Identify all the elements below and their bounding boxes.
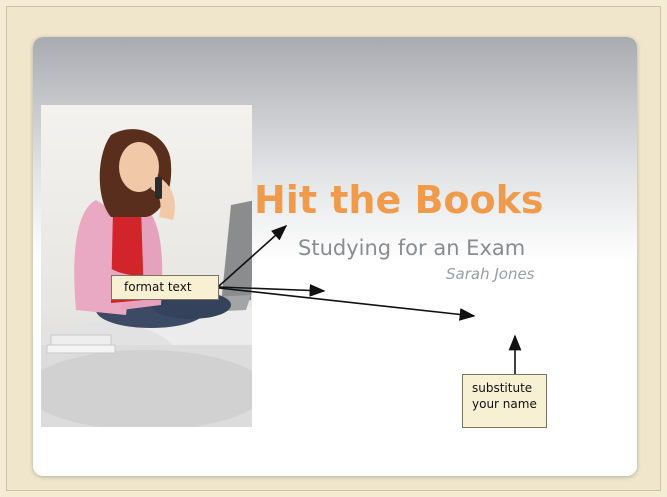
format-text-callout-label: format text: [124, 280, 192, 294]
substitute-callout-line1: substitute: [472, 381, 533, 395]
substitute-name-callout: substitute your name: [462, 374, 547, 428]
woman-with-laptop-photo: [41, 105, 252, 427]
format-text-callout: format text: [111, 275, 219, 300]
slide-author-name: Sarah Jones: [446, 265, 535, 283]
slide-title: Hit the Books: [254, 178, 544, 222]
substitute-callout-line2: your name: [472, 397, 537, 411]
slide-subtitle: Studying for an Exam: [298, 236, 526, 260]
photo-illustration: [41, 105, 252, 427]
